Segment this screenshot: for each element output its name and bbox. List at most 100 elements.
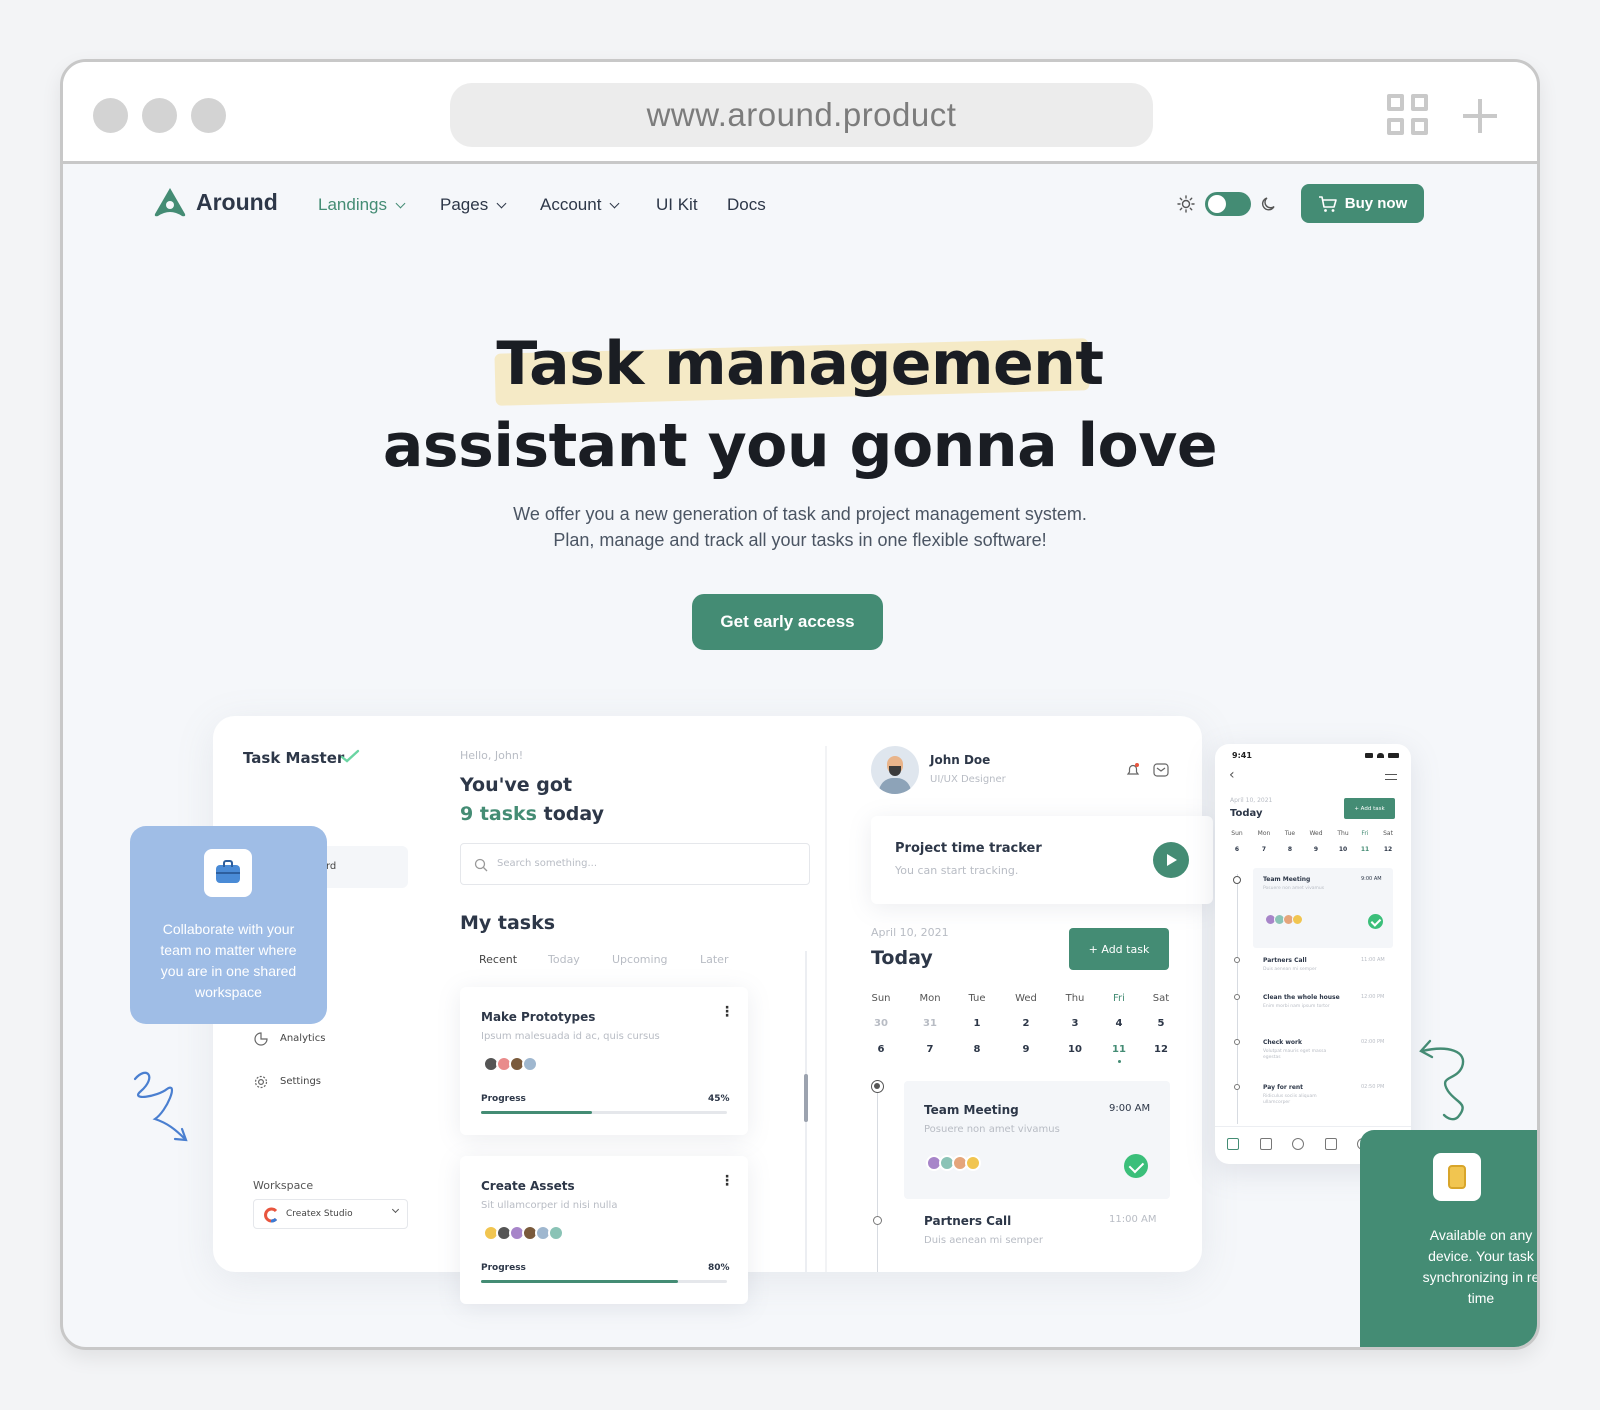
phone-calendar-day[interactable]: 11 xyxy=(1355,846,1375,853)
phone-event-title: Clean the whole house xyxy=(1263,994,1340,1001)
wifi-icon xyxy=(1377,753,1384,758)
battery-icon xyxy=(1388,753,1399,758)
more-icon[interactable]: ⋮ xyxy=(720,1173,734,1189)
phone-event-title: Team Meeting xyxy=(1263,876,1311,883)
phone-calendar-day[interactable]: 10 xyxy=(1333,846,1353,853)
more-icon[interactable]: ⋮ xyxy=(720,1004,734,1020)
calendar-day[interactable]: 1 xyxy=(965,1018,989,1029)
scrollbar-thumb[interactable] xyxy=(804,1074,808,1122)
task-card-make-prototypes[interactable]: Make Prototypes ⋮ Ipsum malesuada id ac,… xyxy=(460,987,748,1135)
task-desc: Sit ullamcorper id nisi nulla xyxy=(481,1200,618,1211)
progress-bar xyxy=(481,1111,727,1114)
chevron-down-icon xyxy=(496,198,507,208)
users-icon[interactable] xyxy=(1292,1138,1304,1150)
hero-subtitle-line1: We offer you a new generation of task an… xyxy=(513,504,1087,524)
calendar-day[interactable]: 4 xyxy=(1107,1018,1131,1029)
nav-landings[interactable]: Landings xyxy=(318,195,406,215)
theme-toggle[interactable] xyxy=(1205,192,1251,216)
nav-account[interactable]: Account xyxy=(540,195,620,215)
task-avatars xyxy=(483,1056,538,1072)
phone-calendar-day[interactable]: 6 xyxy=(1227,846,1247,853)
weekday-label: Sun xyxy=(871,993,891,1004)
phone-weekday-label: Wed xyxy=(1309,830,1323,837)
completed-check-icon[interactable] xyxy=(1124,1154,1148,1178)
window-close-dot[interactable] xyxy=(93,98,128,133)
phone-add-task-button[interactable]: + Add task xyxy=(1344,798,1395,819)
calendar-day[interactable]: 5 xyxy=(1149,1018,1173,1029)
nav-docs[interactable]: Docs xyxy=(727,195,766,215)
nav-pages[interactable]: Pages xyxy=(440,195,507,215)
calendar-day[interactable]: 3 xyxy=(1063,1018,1087,1029)
bell-icon[interactable] xyxy=(1125,762,1141,778)
add-task-button[interactable]: + Add task xyxy=(1069,928,1169,970)
event-card-team-meeting[interactable]: Team Meeting 9:00 AM Posuere non amet vi… xyxy=(904,1081,1170,1199)
calendar-day[interactable]: 11 xyxy=(1107,1044,1131,1055)
phone-calendar-day[interactable]: 12 xyxy=(1378,846,1398,853)
back-chevron-icon[interactable]: ‹ xyxy=(1229,767,1235,783)
tab-later[interactable]: Later xyxy=(700,953,728,966)
window-maximize-dot[interactable] xyxy=(191,98,226,133)
phone-event-desc: Duis aenean mi semper xyxy=(1263,967,1317,972)
phone-timeline-dot xyxy=(1234,957,1240,963)
sidebar-item-settings[interactable]: Settings xyxy=(280,1076,321,1087)
calendar-icon[interactable] xyxy=(1324,1138,1337,1150)
moon-icon xyxy=(1261,197,1275,211)
progress-value: 45% xyxy=(708,1094,730,1104)
calendar-day[interactable]: 6 xyxy=(869,1044,893,1055)
calendar-day[interactable]: 12 xyxy=(1149,1044,1173,1055)
phone-weekday-label: Fri xyxy=(1361,830,1369,837)
tab-today[interactable]: Today xyxy=(548,953,580,966)
phone-title: Today xyxy=(1230,808,1263,819)
note-icon[interactable] xyxy=(1259,1138,1272,1150)
collaborate-feature-card: Collaborate with your team no matter whe… xyxy=(130,826,327,1024)
phone-event-time: 02:00 PM xyxy=(1361,1039,1385,1045)
get-early-access-button[interactable]: Get early access xyxy=(692,594,883,650)
brand-name: Around xyxy=(196,188,278,215)
new-tab-icon[interactable] xyxy=(1463,99,1497,133)
tab-upcoming[interactable]: Upcoming xyxy=(612,953,668,966)
buy-now-button[interactable]: Buy now xyxy=(1301,184,1424,223)
mail-icon[interactable] xyxy=(1153,763,1169,777)
grid-icon[interactable] xyxy=(1227,1138,1239,1150)
phone-calendar-day[interactable]: 7 xyxy=(1254,846,1274,853)
avatar[interactable] xyxy=(871,746,919,794)
phone-event-desc: Posuere non amet vivamus xyxy=(1263,886,1325,891)
nav-ui-kit[interactable]: UI Kit xyxy=(656,195,698,215)
phone-weekday-label: Sat xyxy=(1383,830,1393,837)
weekday-label: Wed xyxy=(1015,993,1037,1004)
calendar-day[interactable]: 31 xyxy=(918,1018,942,1029)
sidebar-item-analytics[interactable]: Analytics xyxy=(280,1033,325,1044)
progress-bar-fill xyxy=(481,1111,592,1114)
tab-recent[interactable]: Recent xyxy=(479,953,517,966)
brand-logo[interactable]: Around xyxy=(152,186,278,218)
window-minimize-dot[interactable] xyxy=(142,98,177,133)
column-divider xyxy=(825,746,827,1272)
task-card-create-assets[interactable]: Create Assets ⋮ Sit ullamcorper id nisi … xyxy=(460,1156,748,1304)
app-name: Task Master xyxy=(243,749,345,767)
calendar-day[interactable]: 7 xyxy=(918,1044,942,1055)
calendar-day[interactable]: 8 xyxy=(965,1044,989,1055)
progress-bar-fill xyxy=(481,1280,678,1283)
menu-icon[interactable] xyxy=(1385,774,1397,780)
workspace-select[interactable]: Createx Studio xyxy=(253,1199,408,1229)
search-input[interactable]: Search something... xyxy=(460,843,810,885)
phone-event-title: Check work xyxy=(1263,1039,1302,1046)
calendar-day[interactable]: 30 xyxy=(869,1018,893,1029)
event-desc: Duis aenean mi semper xyxy=(924,1235,1044,1246)
weekday-label: Thu xyxy=(1065,993,1085,1004)
project-time-tracker-card[interactable]: Project time tracker You can start track… xyxy=(871,816,1213,904)
analytics-icon xyxy=(254,1032,268,1046)
phone-calendar-day[interactable]: 8 xyxy=(1280,846,1300,853)
tabs-grid-icon[interactable] xyxy=(1387,94,1431,138)
signal-icon xyxy=(1365,753,1373,758)
calendar-day[interactable]: 9 xyxy=(1014,1044,1038,1055)
phone-weekday-label: Sun xyxy=(1231,830,1243,837)
play-button[interactable] xyxy=(1153,842,1189,878)
calendar-day[interactable]: 2 xyxy=(1014,1018,1038,1029)
phone-calendar-day[interactable]: 9 xyxy=(1306,846,1326,853)
address-bar[interactable]: www.around.product xyxy=(450,83,1153,147)
weekday-label: Fri xyxy=(1113,993,1125,1004)
calendar-day[interactable]: 10 xyxy=(1063,1044,1087,1055)
phone-check-icon[interactable] xyxy=(1368,914,1383,929)
task-title: Make Prototypes xyxy=(481,1010,596,1024)
